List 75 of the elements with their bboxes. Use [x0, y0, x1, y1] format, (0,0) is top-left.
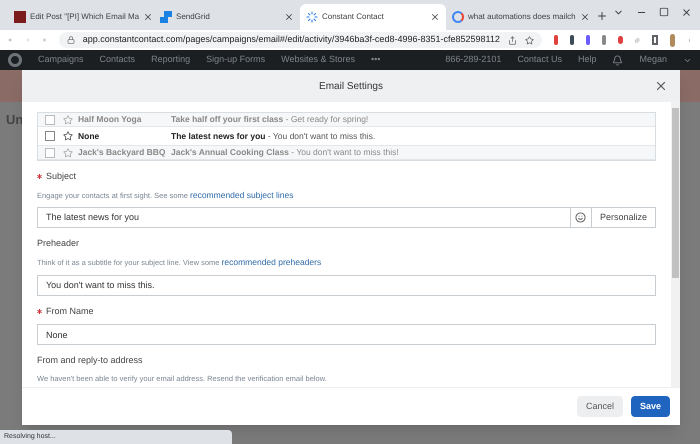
browser-tab[interactable]: what automations does mailch: [446, 4, 592, 30]
email-row[interactable]: Jack's Backyard BBQ Jack's Annual Cooking Class - You don't want to miss this!: [38, 146, 655, 160]
browser-tab[interactable]: SendGrid: [154, 4, 300, 30]
browser-tab[interactable]: Edit Post "[PI] Which Email Ma: [8, 4, 154, 30]
sender-name: Half Moon Yoga: [78, 113, 142, 126]
email-row[interactable]: Half Moon Yoga Take half off your first class - Get ready for spring!: [38, 113, 655, 127]
dialog-title: Email Settings: [319, 80, 383, 94]
nav-link[interactable]: Reporting: [151, 53, 190, 67]
notification-bell-icon[interactable]: [612, 54, 624, 66]
link[interactable]: recommended preheaders: [222, 256, 322, 267]
text-input[interactable]: You don't want to miss this.: [37, 274, 656, 296]
loading-spinner-icon: [306, 11, 318, 23]
cancel-button[interactable]: Cancel: [576, 396, 623, 417]
email-subject-line: Jack's Annual Cooking Class - You don't want to miss this!: [171, 146, 399, 159]
close-icon[interactable]: [681, 7, 692, 18]
tab-title: what automations does mailch: [468, 11, 576, 23]
close-icon[interactable]: [580, 12, 590, 22]
field-label: Subject: [46, 170, 76, 183]
site-icon: [14, 11, 26, 23]
link[interactable]: recommended subject lines: [190, 190, 294, 200]
emoji-button[interactable]: [570, 207, 592, 228]
required-asterisk-icon: [37, 308, 42, 314]
extension-icon[interactable]: [570, 35, 574, 45]
side-panel-icon[interactable]: [652, 35, 658, 45]
extension-icon[interactable]: [618, 36, 624, 44]
smiley-icon: [575, 212, 586, 224]
field-label: Preheader: [37, 237, 80, 250]
personalize-button[interactable]: Personalize: [592, 207, 656, 228]
sender-name: None: [78, 130, 100, 142]
email-subject-line: Take half off your first class - Get ready for spring!: [171, 113, 368, 126]
tab-title: SendGrid: [176, 11, 211, 23]
star-icon[interactable]: [63, 148, 73, 158]
sender-name: Jack's Backyard BBQ: [78, 146, 167, 159]
url-text: app.constantcontact.com/pages/campaigns/email#/edit/activity/3946ba3f-ced8-4996-8351-cfe852598112: [82, 33, 500, 46]
nav-link[interactable]: Websites & Stores: [281, 53, 355, 67]
nav-link[interactable]: Help: [578, 53, 596, 67]
nav-link[interactable]: Sign-up Forms: [206, 53, 266, 67]
bookmark-star-icon[interactable]: [524, 36, 534, 44]
logo-icon[interactable]: [8, 53, 22, 67]
checkbox[interactable]: [45, 114, 55, 124]
subject-input[interactable]: The latest news for you: [37, 207, 571, 228]
tab-title: Edit Post "[PI] Which Email Ma: [30, 11, 140, 23]
extension-icon[interactable]: [586, 35, 590, 45]
text-input[interactable]: None: [37, 324, 656, 345]
google-logo-icon: [452, 11, 464, 23]
field-label: From and reply-to address: [37, 354, 143, 367]
close-icon[interactable]: [143, 12, 154, 22]
browser-tab[interactable]: Constant Contact: [300, 4, 446, 30]
scrollbar[interactable]: [671, 102, 680, 387]
nav-link[interactable]: •••: [371, 53, 380, 67]
close-icon[interactable]: [430, 12, 440, 22]
user-menu[interactable]: Megan: [639, 53, 667, 67]
checkbox[interactable]: [45, 131, 55, 141]
nav-link[interactable]: Campaigns: [38, 53, 84, 67]
extension-icon[interactable]: [554, 35, 558, 45]
nav-link[interactable]: Contacts: [100, 53, 136, 67]
phone-number: 866-289-2101: [445, 53, 502, 66]
close-icon[interactable]: [654, 79, 668, 93]
share-icon[interactable]: [508, 36, 517, 44]
checkbox[interactable]: [45, 148, 55, 158]
field-label: From Name: [46, 304, 94, 318]
lock-icon: [66, 36, 75, 44]
email-subject-line: The latest news for you - You don't want to miss this.: [171, 130, 376, 142]
squares-logo-icon: [160, 11, 172, 23]
nav-link[interactable]: Contact Us: [517, 53, 562, 67]
required-asterisk-icon: [37, 174, 42, 180]
maximize-icon[interactable]: [659, 7, 669, 17]
star-icon[interactable]: [63, 114, 73, 124]
star-icon[interactable]: [63, 131, 73, 141]
new-tab-icon[interactable]: [596, 10, 608, 22]
profile-avatar[interactable]: [670, 34, 676, 46]
save-button[interactable]: Save: [630, 396, 670, 417]
url-field[interactable]: app.constantcontact.com/pages/campaigns/email#/edit/activity/3946ba3f-ced8-4996-8351-cfe852598112: [58, 32, 542, 48]
tab-title: Constant Contact: [322, 11, 385, 23]
close-icon[interactable]: [284, 12, 294, 22]
